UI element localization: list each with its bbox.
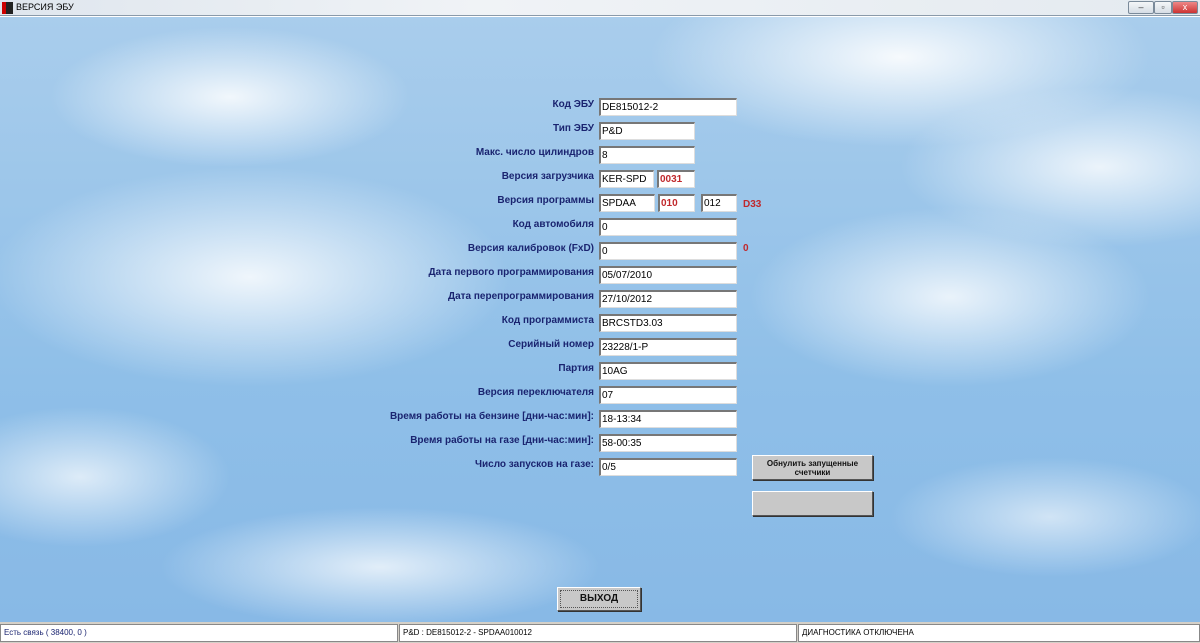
reprogramming-date-field[interactable]: 27/10/2012 xyxy=(599,290,737,308)
status-bar: Есть связь ( 38400, 0 ) P&D : DE815012-2… xyxy=(0,622,1200,643)
ecu-type-label: Тип ЭБУ xyxy=(553,123,594,134)
batch-label: Партия xyxy=(558,363,594,374)
gas-starts-field[interactable]: 0/5 xyxy=(599,458,737,476)
first-programming-date-field[interactable]: 05/07/2010 xyxy=(599,266,737,284)
maximize-button[interactable]: ▫ xyxy=(1154,1,1172,14)
device-status: P&D : DE815012-2 - SPDAA010012 xyxy=(399,624,797,642)
ecu-code-label: Код ЭБУ xyxy=(552,99,594,110)
max-cylinders-field[interactable]: 8 xyxy=(599,146,695,164)
gas-time-field[interactable]: 58-00:35 xyxy=(599,434,737,452)
petrol-time-field[interactable]: 18-13:34 xyxy=(599,410,737,428)
ecu-version-panel: Код ЭБУ DE815012-2 Тип ЭБУ P&D Макс. чис… xyxy=(0,17,1200,622)
calibration-version-field[interactable]: 0 xyxy=(599,242,737,260)
program-version-major-field[interactable]: 010 xyxy=(658,194,695,212)
window-title: ВЕРСИЯ ЭБУ xyxy=(16,2,74,12)
serial-number-label: Серийный номер xyxy=(508,339,594,350)
programmer-code-label: Код программиста xyxy=(501,315,594,326)
title-bar: ВЕРСИЯ ЭБУ – ▫ x xyxy=(0,0,1200,16)
ecu-type-field[interactable]: P&D xyxy=(599,122,695,140)
calibration-version-extra: 0 xyxy=(743,243,749,254)
switch-version-field[interactable]: 07 xyxy=(599,386,737,404)
program-version-field[interactable]: SPDAA xyxy=(599,194,655,212)
diagnostics-status: ДИАГНОСТИКА ОТКЛЮЧЕНА xyxy=(798,624,1200,642)
app-icon xyxy=(2,2,13,14)
exit-button[interactable]: ВЫХОД xyxy=(557,587,641,611)
car-code-field[interactable]: 0 xyxy=(599,218,737,236)
program-version-extra: D33 xyxy=(743,199,762,210)
reset-counters-button[interactable]: Обнулить запущенные счетчики xyxy=(752,455,873,480)
car-code-label: Код автомобиля xyxy=(512,219,594,230)
petrol-time-label: Время работы на бензине [дни-час:мин]: xyxy=(389,411,594,422)
calibration-version-label: Версия калибровок (FxD) xyxy=(467,243,594,254)
programmer-code-field[interactable]: BRCSTD3.03 xyxy=(599,314,737,332)
program-version-label: Версия программы xyxy=(497,195,594,206)
switch-version-label: Версия переключателя xyxy=(477,387,594,398)
gas-time-label: Время работы на газе [дни-час:мин]: xyxy=(410,435,594,446)
loader-version-label: Версия загрузчика xyxy=(501,171,594,182)
first-programming-date-label: Дата первого программирования xyxy=(428,267,594,278)
close-button[interactable]: x xyxy=(1172,1,1198,14)
reprogramming-date-label: Дата перепрограммирования xyxy=(447,291,594,302)
max-cylinders-label: Макс. число цилиндров xyxy=(475,147,594,158)
program-version-minor-field[interactable]: 012 xyxy=(701,194,737,212)
loader-version-code-field[interactable]: 0031 xyxy=(657,170,695,188)
serial-number-field[interactable]: 23228/1-P xyxy=(599,338,737,356)
blank-button[interactable] xyxy=(752,491,873,516)
ecu-code-field[interactable]: DE815012-2 xyxy=(599,98,737,116)
loader-version-field[interactable]: KER-SPD xyxy=(599,170,654,188)
connection-status: Есть связь ( 38400, 0 ) xyxy=(0,624,398,642)
gas-starts-label: Число запусков на газе: xyxy=(474,459,594,470)
batch-field[interactable]: 10AG xyxy=(599,362,737,380)
minimize-button[interactable]: – xyxy=(1128,1,1154,14)
